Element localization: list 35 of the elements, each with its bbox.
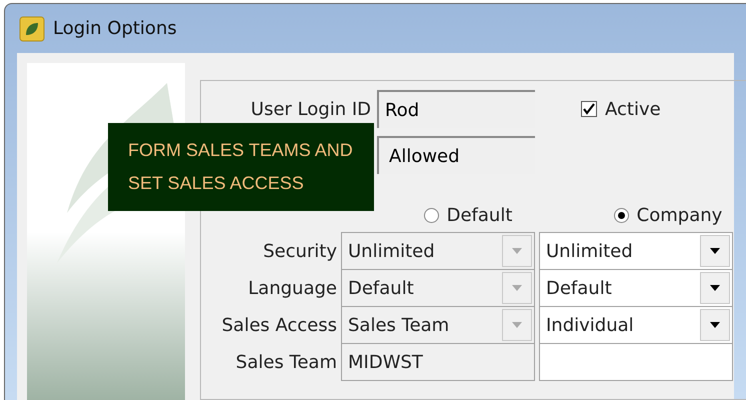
caret-icon — [511, 247, 523, 255]
field-label: User Login ID — [250, 98, 371, 122]
check-icon — [583, 103, 595, 115]
dropdown-field[interactable]: Sales Team — [341, 306, 535, 344]
status-field[interactable]: Allowed — [377, 136, 535, 174]
dropdown-field[interactable]: Unlimited — [341, 232, 535, 270]
field-label: Language — [247, 276, 337, 300]
checkbox-label: Active — [605, 98, 661, 122]
dropdown-button[interactable] — [700, 235, 730, 267]
text-field[interactable] — [539, 343, 733, 381]
radio-label: Company — [636, 204, 722, 228]
text-field[interactable]: MIDWST — [341, 343, 535, 381]
leaf-icon — [19, 16, 45, 42]
dropdown-button[interactable] — [700, 309, 730, 341]
caret-icon — [511, 321, 523, 329]
caret-icon — [709, 247, 721, 255]
dropdown-field[interactable]: Unlimited — [539, 232, 733, 270]
radio-label: Default — [446, 204, 512, 228]
dropdown-field[interactable]: Default — [341, 269, 535, 307]
dropdown-button[interactable] — [700, 272, 730, 304]
checkbox[interactable] — [581, 101, 597, 117]
callout-text: FORM SALES TEAMS AND — [128, 139, 354, 162]
callout-text: SET SALES ACCESS — [128, 172, 305, 195]
login-id-field[interactable]: Rod — [377, 90, 535, 128]
window-title: Login Options — [53, 17, 177, 41]
field-label: Security — [262, 240, 337, 264]
field-label: Sales Team — [234, 350, 337, 374]
radio-button[interactable] — [614, 208, 629, 223]
dropdown-field[interactable]: Individual — [539, 306, 733, 344]
caret-icon — [709, 321, 721, 329]
caret-icon — [709, 284, 721, 292]
radio-button[interactable] — [424, 208, 439, 223]
field-label: Sales Access — [220, 314, 337, 338]
caret-icon — [511, 284, 523, 292]
dropdown-field[interactable]: Default — [539, 269, 733, 307]
